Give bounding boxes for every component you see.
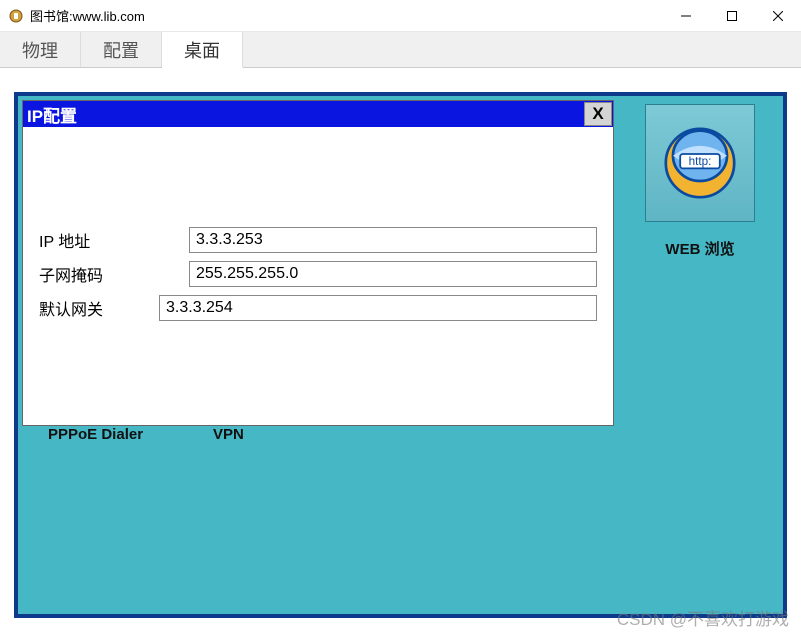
pppoe-dialer-label: PPPoE Dialer	[48, 426, 143, 443]
default-gateway-input[interactable]	[159, 295, 597, 321]
vpn-label: VPN	[213, 426, 244, 443]
default-gateway-label: 默认网关	[39, 296, 159, 320]
ip-config-titlebar[interactable]: IP配置 X	[23, 101, 613, 127]
default-gateway-row: 默认网关	[39, 295, 597, 321]
tab-desktop[interactable]: 桌面	[162, 32, 243, 68]
window-controls	[663, 0, 801, 32]
svg-text:http:: http:	[689, 155, 712, 168]
ip-config-close-button[interactable]: X	[584, 102, 612, 126]
close-button[interactable]	[755, 0, 801, 32]
ip-address-row: IP 地址	[39, 227, 597, 253]
window-title: 图书馆:www.lib.com	[30, 6, 663, 25]
web-browser-app[interactable]: http: WEB 浏览	[645, 104, 755, 259]
ip-address-label: IP 地址	[39, 228, 189, 252]
web-browser-icon: http:	[645, 104, 755, 222]
ip-config-body: IP 地址 子网掩码 默认网关	[23, 127, 613, 321]
subnet-mask-row: 子网掩码	[39, 261, 597, 287]
web-browser-label: WEB 浏览	[665, 238, 734, 259]
subnet-mask-label: 子网掩码	[39, 262, 189, 286]
subnet-mask-input[interactable]	[189, 261, 597, 287]
maximize-button[interactable]	[709, 0, 755, 32]
minimize-button[interactable]	[663, 0, 709, 32]
titlebar: 图书馆:www.lib.com	[0, 0, 801, 32]
tab-physical[interactable]: 物理	[0, 32, 81, 67]
desktop-icons: http: WEB 浏览	[635, 104, 765, 277]
background-icon-labels: PPPoE Dialer VPN	[48, 426, 244, 443]
ip-config-window: IP配置 X IP 地址 子网掩码 默认网关	[22, 100, 614, 426]
ip-address-input[interactable]	[189, 227, 597, 253]
desktop-area: PPPoE Dialer VPN http: WEB 浏览 IP配置 X I	[14, 92, 787, 618]
tab-config[interactable]: 配置	[81, 32, 162, 67]
app-icon	[8, 8, 24, 24]
tab-bar: 物理 配置 桌面	[0, 32, 801, 68]
ip-config-title: IP配置	[27, 102, 584, 127]
